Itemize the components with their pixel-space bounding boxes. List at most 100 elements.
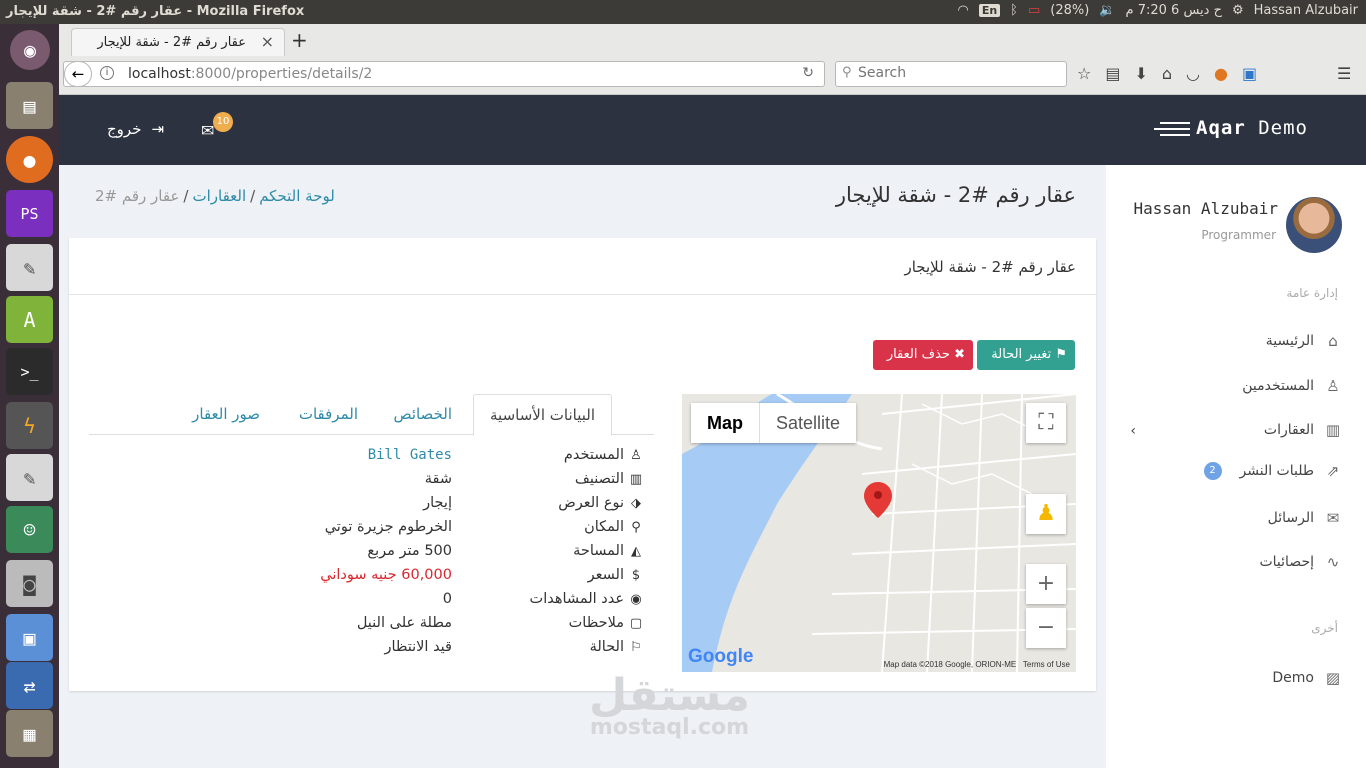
search-input[interactable] <box>858 65 1058 81</box>
detail-row-notes: ▢ ملاحظات مطلة على النيل <box>89 615 654 637</box>
trash-icon[interactable]: ▦ <box>6 710 53 757</box>
browser-tab[interactable]: عقار رقم #2 - شقة للإيجار × <box>71 28 285 56</box>
share-icon: ⇗ <box>1326 462 1340 480</box>
app-logo[interactable]: Aqar Demo <box>1196 117 1308 139</box>
street-view-pegman-icon[interactable]: ♟ <box>1026 494 1066 534</box>
detail-row-area: ◭ المساحة 500 متر مربع <box>89 543 654 565</box>
remote-desktop-icon[interactable]: ⇄ <box>6 662 53 709</box>
sidebar-item-label: إحصائيات <box>1259 554 1314 570</box>
new-tab-icon[interactable]: + <box>291 28 308 52</box>
logout-button[interactable]: ⇥ خروج <box>107 120 164 138</box>
sidebar-item-properties[interactable]: ▥ العقارات <box>1264 421 1342 439</box>
tab-features[interactable]: الخصائص <box>377 394 468 436</box>
avatar[interactable] <box>1286 197 1342 253</box>
download-icon[interactable]: ⬇ <box>1134 64 1147 83</box>
clock[interactable]: ح ديس 6 7:20 م <box>1126 3 1222 18</box>
info-icon[interactable]: i <box>100 66 114 80</box>
camera-icon[interactable]: ◙ <box>6 560 53 607</box>
sidebar-item-home[interactable]: ⌂ الرئيسية <box>1266 332 1342 350</box>
extension-icon[interactable]: ● <box>1214 64 1228 83</box>
reload-icon[interactable]: ↻ <box>802 65 814 81</box>
firefox-icon[interactable]: ● <box>6 136 53 183</box>
extension-owl-icon[interactable]: ▣ <box>1242 64 1257 83</box>
user-icon: ♙ <box>1326 377 1340 395</box>
url-bar[interactable]: ← i localhost:8000/properties/details/2 … <box>63 61 825 87</box>
map-terms-link[interactable]: Terms of Use <box>1023 660 1070 669</box>
filezilla-icon[interactable]: ϟ <box>6 402 53 449</box>
android-studio-icon[interactable]: A <box>6 296 53 343</box>
volume-icon[interactable]: 🔉 <box>1099 3 1115 18</box>
zoom-in-button[interactable]: + <box>1026 564 1066 604</box>
notes-icon[interactable]: ✎ <box>6 454 53 501</box>
map-type-satellite-button[interactable]: Satellite <box>760 403 856 443</box>
sidebar-item-demo[interactable]: ▨ Demo <box>1272 669 1342 687</box>
breadcrumb-current: عقار رقم #2 <box>95 187 180 205</box>
sidebar-item-messages[interactable]: ✉ الرسائل <box>1268 509 1342 527</box>
text-editor-icon[interactable]: ✎ <box>6 244 53 291</box>
pocket-icon[interactable]: ◡ <box>1186 64 1200 83</box>
map-footer: Map data ©2018 Google, ORION-ME Terms of… <box>884 660 1070 669</box>
app-header: Aqar Demo ✉ 10 ⇥ خروج <box>59 95 1366 165</box>
phpstorm-icon[interactable]: PS <box>6 190 53 237</box>
detail-value-user[interactable]: Bill Gates <box>368 447 452 463</box>
watermark-arabic: مستقل <box>589 670 750 721</box>
tab-close-icon[interactable]: × <box>261 32 274 51</box>
search-bar[interactable]: ⚲ <box>835 61 1067 87</box>
game-icon[interactable]: ☺ <box>6 506 53 553</box>
fullscreen-icon[interactable]: ⛶ <box>1026 403 1066 443</box>
settings-gear-icon[interactable]: ⚙ <box>1232 3 1244 18</box>
battery-icon[interactable]: ▭ <box>1028 3 1040 18</box>
breadcrumb-home[interactable]: لوحة التحكم <box>259 187 335 205</box>
building-icon: ▥ <box>1325 421 1341 439</box>
chevron-left-icon[interactable]: ‹ <box>1130 423 1136 439</box>
home-icon[interactable]: ⌂ <box>1162 64 1172 83</box>
tab-basic-info[interactable]: البيانات الأساسية <box>473 394 612 436</box>
tab-property-images[interactable]: صور العقار <box>176 394 276 436</box>
logo-bold: Aqar <box>1196 117 1246 139</box>
sidebar-item-users[interactable]: ♙ المستخدمين <box>1242 377 1342 395</box>
breadcrumb: لوحة التحكم / العقارات / عقار رقم #2 <box>95 187 335 205</box>
detail-value: شقة <box>424 471 452 487</box>
property-card: عقار رقم #2 - شقة للإيجار ⚑ تغيير الحالة… <box>69 238 1096 691</box>
detail-value: 500 متر مربع <box>367 543 452 559</box>
detail-row-offer-type: ⬗ نوع العرض إيجار <box>89 495 654 517</box>
bluetooth-icon[interactable]: ᛒ <box>1010 3 1018 18</box>
session-user[interactable]: Hassan Alzubair <box>1254 3 1358 18</box>
zoom-out-button[interactable]: − <box>1026 608 1066 648</box>
detail-value-price: 60,000 جنيه سوداني <box>320 567 452 583</box>
breadcrumb-properties[interactable]: العقارات <box>192 187 246 205</box>
ubuntu-dash-icon[interactable]: ◉ <box>10 30 50 70</box>
detail-value: إيجار <box>423 495 452 511</box>
detail-value: الخرطوم جزيرة توتي <box>324 519 452 535</box>
user-role: Programmer <box>1201 228 1276 242</box>
hamburger-menu-icon[interactable]: ☰ <box>1337 64 1351 83</box>
flag-icon: ⚐ <box>630 639 642 655</box>
files-icon[interactable]: ▤ <box>6 82 53 129</box>
menu-toggle-icon[interactable] <box>1154 122 1190 136</box>
reader-list-icon[interactable]: ▤ <box>1105 64 1120 83</box>
tab-attachments[interactable]: المرفقات <box>283 394 374 436</box>
sidebar-item-publish-requests[interactable]: ⇗ طلبات النشر 2 <box>1203 462 1343 480</box>
flag-icon: ⚑ <box>1055 347 1067 362</box>
delete-property-button[interactable]: ✖ حذف العقار <box>873 340 973 370</box>
breadcrumb-separator: / <box>183 187 189 205</box>
dollar-icon: $ <box>631 567 641 583</box>
bookmark-star-icon[interactable]: ☆ <box>1077 64 1091 83</box>
detail-label: المساحة <box>573 543 624 559</box>
search-icon: ⚲ <box>842 65 852 80</box>
watermark-latin: mostaql.com <box>589 715 750 740</box>
map-type-map-button[interactable]: Map <box>691 403 760 443</box>
keyboard-layout[interactable]: En <box>978 4 1001 17</box>
tab-title: عقار رقم #2 - شقة للإيجار <box>97 35 246 50</box>
google-map[interactable]: Map Satellite ⛶ ♟ + − Google Map data ©2… <box>682 394 1076 672</box>
change-status-button[interactable]: ⚑ تغيير الحالة <box>977 340 1075 370</box>
wifi-icon[interactable]: ◠ <box>957 3 968 18</box>
section-title-other: أخرى <box>1311 621 1338 635</box>
terminal-icon[interactable]: >_ <box>6 348 53 395</box>
sticky-note-icon: ▢ <box>629 615 643 631</box>
logout-label: خروج <box>107 120 142 138</box>
back-arrow-icon[interactable]: ← <box>64 61 92 87</box>
detail-row-price: $ السعر 60,000 جنيه سوداني <box>89 567 654 589</box>
virtualbox-icon[interactable]: ▣ <box>6 614 53 661</box>
sidebar-item-statistics[interactable]: ∿ إحصائيات <box>1259 553 1342 571</box>
